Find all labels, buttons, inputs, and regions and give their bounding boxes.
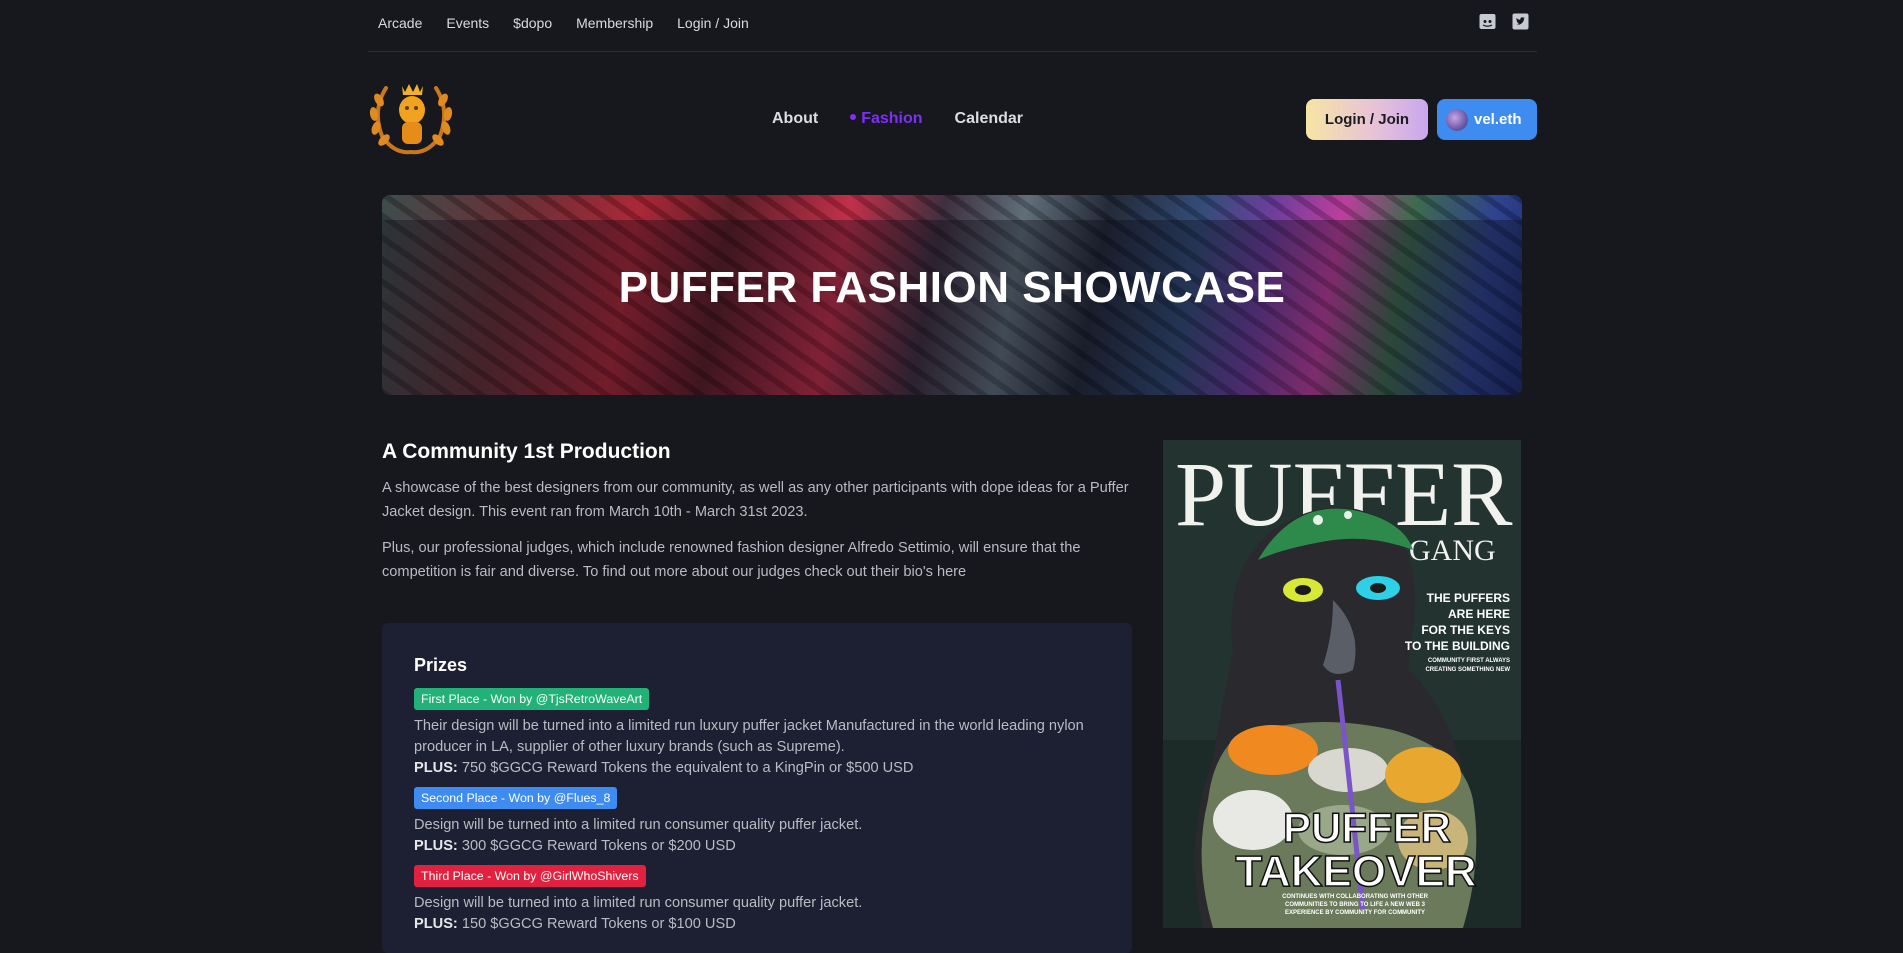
third-place-description: Design will be turned into a limited run… bbox=[414, 893, 1100, 935]
cover-tagline-4: TO THE BUILDING bbox=[1405, 639, 1510, 653]
top-link-events[interactable]: Events bbox=[446, 15, 489, 31]
third-place-text: Design will be turned into a limited run… bbox=[414, 895, 863, 911]
intro-paragraph-2: Plus, our professional judges, which inc… bbox=[382, 540, 1081, 580]
cover-tagline-1: THE PUFFERS bbox=[1427, 591, 1510, 605]
second-place-description: Design will be turned into a limited run… bbox=[414, 815, 1100, 857]
nav-fashion-label: Fashion bbox=[861, 110, 923, 127]
first-place-description: Their design will be turned into a limit… bbox=[414, 716, 1100, 779]
first-place-badge: First Place - Won by @TjsRetroWaveArt bbox=[414, 688, 650, 710]
nav-about[interactable]: About bbox=[772, 110, 818, 128]
first-place-plus-label: PLUS: bbox=[414, 760, 458, 776]
nav-fashion[interactable]: Fashion bbox=[850, 110, 923, 128]
cover-small-1: COMMUNITY FIRST ALWAYS bbox=[1428, 658, 1510, 664]
site-logo[interactable] bbox=[368, 80, 454, 156]
first-place-plus-text: 750 $GGCG Reward Tokens the equivalent t… bbox=[457, 760, 914, 776]
third-place-badge: Third Place - Won by @GirlWhoShivers bbox=[414, 865, 646, 887]
cover-subhead: GANG bbox=[1409, 534, 1496, 567]
prizes-panel: Prizes First Place - Won by @TjsRetroWav… bbox=[382, 623, 1132, 953]
intro-title: A Community 1st Production bbox=[382, 440, 671, 463]
magazine-cover-image: PUFFER GANG THE PUFFERS ARE HERE FOR THE… bbox=[1163, 440, 1521, 928]
main-nav: About Fashion Calendar bbox=[772, 110, 1023, 128]
cover-tagline-3: FOR THE KEYS bbox=[1421, 623, 1510, 637]
prizes-title: Prizes bbox=[414, 655, 468, 675]
third-place-plus-text: 150 $GGCG Reward Tokens or $100 USD bbox=[457, 916, 736, 932]
top-link-arcade[interactable]: Arcade bbox=[378, 15, 422, 31]
second-place-text: Design will be turned into a limited run… bbox=[414, 817, 863, 833]
top-link-login[interactable]: Login / Join bbox=[677, 15, 749, 31]
top-links: Arcade Events $dopo Membership Login / J… bbox=[378, 15, 749, 31]
third-place-plus-label: PLUS: bbox=[414, 916, 458, 932]
top-bar: Arcade Events $dopo Membership Login / J… bbox=[368, 0, 1537, 52]
wallet-label: vel.eth bbox=[1474, 111, 1522, 128]
avatar bbox=[1446, 108, 1468, 131]
banner-title: PUFFER FASHION SHOWCASE bbox=[618, 263, 1286, 312]
discord-icon[interactable] bbox=[1479, 13, 1496, 30]
cover-foot-1: CONTINUES WITH COLLABORATING WITH OTHER bbox=[1282, 894, 1429, 900]
active-dot bbox=[850, 113, 857, 120]
first-place-text: Their design will be turned into a limit… bbox=[414, 718, 1084, 755]
intro-section: A Community 1st Production A showcase of… bbox=[382, 440, 1132, 596]
second-place-plus-label: PLUS: bbox=[414, 838, 458, 854]
cover-tagline-2: ARE HERE bbox=[1448, 607, 1510, 621]
intro-paragraph-1: A showcase of the best designers from ou… bbox=[382, 480, 1129, 520]
second-place-plus-text: 300 $GGCG Reward Tokens or $200 USD bbox=[457, 838, 736, 854]
cover-foot-3: EXPERIENCE BY COMMUNITY FOR COMMUNITY bbox=[1285, 910, 1425, 916]
top-link-dopo[interactable]: $dopo bbox=[513, 15, 552, 31]
top-link-membership[interactable]: Membership bbox=[576, 15, 653, 31]
login-join-button[interactable]: Login / Join bbox=[1306, 99, 1428, 140]
nav-calendar[interactable]: Calendar bbox=[955, 110, 1023, 128]
cover-headline-2: TAKEOVER bbox=[1235, 847, 1476, 896]
social-icons bbox=[1479, 13, 1529, 30]
hero-banner: PUFFER FASHION SHOWCASE bbox=[382, 195, 1522, 395]
cover-small-2: CREATING SOMETHING NEW bbox=[1425, 667, 1510, 673]
twitter-icon[interactable] bbox=[1512, 13, 1529, 30]
wallet-button[interactable]: vel.eth bbox=[1437, 99, 1537, 140]
cover-headline-1: PUFFER bbox=[1283, 804, 1451, 851]
crowned-puffer-laurel-logo bbox=[369, 84, 453, 155]
cover-foot-2: COMMUNITIES TO BRING TO LIFE A NEW WEB 3 bbox=[1285, 902, 1426, 908]
second-place-badge: Second Place - Won by @Flues_8 bbox=[414, 787, 618, 809]
